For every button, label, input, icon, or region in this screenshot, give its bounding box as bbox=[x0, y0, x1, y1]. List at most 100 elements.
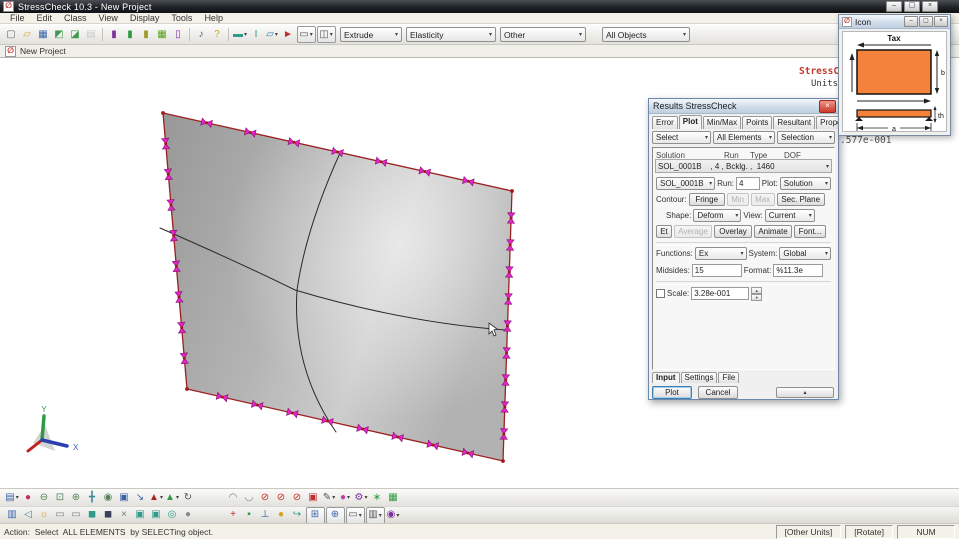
rotate-view-icon[interactable]: ↻ bbox=[181, 490, 196, 505]
layer-folder-icon[interactable]: ▱ ▾ bbox=[265, 27, 280, 42]
solution-combo[interactable]: SOL_0001B ▾ bbox=[656, 177, 716, 190]
new-file-icon[interactable]: ▢ bbox=[4, 27, 19, 42]
expand-button[interactable]: ▴ bbox=[776, 387, 834, 398]
animate-button[interactable]: Animate bbox=[754, 225, 792, 238]
sphere-gray-icon[interactable]: ● bbox=[181, 508, 196, 523]
overlay-button[interactable]: Overlay bbox=[714, 225, 752, 238]
view-combo[interactable]: Current ▾ bbox=[764, 209, 815, 222]
sheet-one-icon[interactable]: ▭ bbox=[53, 508, 68, 523]
fill-dark-icon[interactable]: ◼ bbox=[101, 508, 116, 523]
database-mini-icon[interactable]: ▯ bbox=[171, 27, 186, 42]
icon-window-titlebar[interactable]: ∅ Icon – ▢ × bbox=[839, 15, 950, 29]
scale-field[interactable]: 3.28e-001 bbox=[691, 287, 750, 300]
hide-loads-icon[interactable]: ⊘ bbox=[258, 490, 273, 505]
elasticity-combo[interactable]: Elasticity ▾ bbox=[406, 27, 496, 42]
redo-view-icon[interactable]: ◡ bbox=[242, 490, 257, 505]
pan-icon[interactable]: ╋ bbox=[85, 490, 100, 505]
menu-item-help[interactable]: Help bbox=[198, 13, 229, 23]
tab-settings[interactable]: Settings bbox=[680, 372, 718, 383]
render-ball-icon[interactable]: ● bbox=[21, 490, 36, 505]
zoom-window-icon[interactable]: ⊡ bbox=[53, 490, 68, 505]
zoom-dynamic-icon[interactable]: ◉ bbox=[101, 490, 116, 505]
sheet-two-icon[interactable]: ▭ bbox=[69, 508, 84, 523]
extraction-select[interactable]: Select ▾ bbox=[652, 131, 711, 144]
rotate-red-icon[interactable]: ▲ ▾ bbox=[149, 490, 164, 505]
menu-item-view[interactable]: View bbox=[93, 13, 124, 23]
extrude-combo[interactable]: Extrude ▾ bbox=[340, 27, 402, 42]
options-gear-icon[interactable]: ⚙ ▾ bbox=[354, 490, 369, 505]
light-toggle-icon[interactable]: ☼ bbox=[37, 508, 52, 523]
undo-view-icon[interactable]: ◠ bbox=[226, 490, 241, 505]
frame-globe-icon[interactable]: ◎ bbox=[165, 508, 180, 523]
spinner-up-icon[interactable]: ▴ bbox=[751, 287, 763, 294]
midsides-field[interactable]: 15 bbox=[691, 264, 742, 277]
tab-plot[interactable]: Plot bbox=[678, 115, 702, 129]
icon-minimize-button[interactable]: – bbox=[904, 16, 918, 27]
menu-item-file[interactable]: File bbox=[4, 13, 31, 23]
hide-constraints-icon[interactable]: ⊘ bbox=[274, 490, 289, 505]
target-frame-icon[interactable]: ⊕ bbox=[325, 506, 345, 524]
zoom-in-icon[interactable]: ⊕ bbox=[69, 490, 84, 505]
export-model-icon[interactable]: ◪ bbox=[68, 27, 83, 42]
sound-icon[interactable]: ♪ bbox=[194, 27, 209, 42]
system-combo[interactable]: Global ▾ bbox=[779, 247, 831, 260]
draw-tool-icon[interactable]: ✎ ▾ bbox=[322, 490, 337, 505]
globe-system-icon[interactable]: ◉ ▾ bbox=[386, 508, 401, 523]
functions-combo[interactable]: Ex ▾ bbox=[694, 247, 747, 260]
shape-combo[interactable]: Deform ▾ bbox=[693, 209, 742, 222]
tab-input[interactable]: Input bbox=[652, 372, 680, 383]
snap-tool-icon[interactable]: ∗ bbox=[370, 490, 385, 505]
run-pointer-icon[interactable]: ► bbox=[281, 27, 296, 42]
results-dialog-titlebar[interactable]: Results StressCheck × bbox=[649, 99, 838, 114]
dialog-close-button[interactable]: × bbox=[819, 99, 836, 113]
resize-view-icon[interactable]: ↘ bbox=[133, 490, 148, 505]
tab-points[interactable]: Points bbox=[742, 116, 773, 129]
display-mode-icon[interactable]: ▭ ▾ bbox=[345, 506, 365, 524]
help-icon[interactable]: ? bbox=[210, 27, 225, 42]
menu-item-edit[interactable]: Edit bbox=[31, 13, 59, 23]
select-mode-icon[interactable]: ▭ ▾ bbox=[296, 26, 316, 43]
cancel-button[interactable]: Cancel bbox=[698, 386, 738, 399]
database-main-icon[interactable]: ▮ bbox=[107, 27, 122, 42]
frame-b-icon[interactable]: ▣ bbox=[149, 508, 164, 523]
axis-cross-icon[interactable]: + bbox=[226, 508, 241, 523]
menu-item-display[interactable]: Display bbox=[124, 13, 166, 23]
view-preset-icon[interactable]: ▤ ▾ bbox=[5, 490, 20, 505]
method-select[interactable]: Selection ▾ bbox=[777, 131, 835, 144]
beam-tool-icon[interactable]: Ι bbox=[249, 27, 264, 42]
rotate-green-icon[interactable]: ▲ ▾ bbox=[165, 490, 180, 505]
menu-item-class[interactable]: Class bbox=[58, 13, 93, 23]
point-tool-icon[interactable]: ● ▾ bbox=[338, 490, 353, 505]
tab-minmax[interactable]: Min/Max bbox=[702, 116, 742, 129]
all-objects-combo[interactable]: All Objects ▾ bbox=[602, 27, 690, 42]
mini-plot-icon[interactable]: ▥ bbox=[5, 508, 20, 523]
scale-checkbox[interactable] bbox=[656, 289, 665, 298]
tab-error[interactable]: Error bbox=[652, 116, 678, 129]
axis-tee-icon[interactable]: ⊥ bbox=[258, 508, 273, 523]
plot-button[interactable]: Plot bbox=[652, 386, 692, 399]
other-combo[interactable]: Other ▾ bbox=[500, 27, 586, 42]
grid-frame-icon[interactable]: ⊞ bbox=[305, 506, 325, 524]
flow-arrow-icon[interactable]: ↪ bbox=[290, 508, 305, 523]
close-button[interactable]: × bbox=[922, 1, 938, 12]
save-icon[interactable]: ▦ bbox=[36, 27, 51, 42]
minimize-button[interactable]: – bbox=[886, 1, 902, 12]
node-green-icon[interactable]: ▪ bbox=[242, 508, 257, 523]
import-model-icon[interactable]: ◩ bbox=[52, 27, 67, 42]
material-select-icon[interactable]: ▬ ▾ bbox=[233, 27, 248, 42]
run-field[interactable]: 4 bbox=[736, 177, 760, 190]
fill-teal-icon[interactable]: ◼ bbox=[85, 508, 100, 523]
show-frame-icon[interactable]: ▣ bbox=[306, 490, 321, 505]
prev-view-icon[interactable]: ◁ bbox=[21, 508, 36, 523]
objects-select[interactable]: All Elements ▾ bbox=[713, 131, 775, 144]
mesh-check-icon[interactable]: ▦ bbox=[155, 27, 170, 42]
et-button[interactable]: Et bbox=[656, 225, 672, 238]
menu-item-tools[interactable]: Tools bbox=[165, 13, 198, 23]
tab-file[interactable]: File bbox=[718, 372, 740, 383]
sec-plane-button[interactable]: Sec. Plane bbox=[776, 193, 825, 206]
database-green-icon[interactable]: ▮ bbox=[123, 27, 138, 42]
project-tab-label[interactable]: New Project bbox=[20, 46, 66, 56]
format-field[interactable]: %11.3e bbox=[773, 264, 824, 277]
solution-list-entry[interactable]: SOL_0001B , 4 , Bcklg. , 1460 ▾ bbox=[655, 159, 832, 173]
fit-view-icon[interactable]: ▣ bbox=[117, 490, 132, 505]
